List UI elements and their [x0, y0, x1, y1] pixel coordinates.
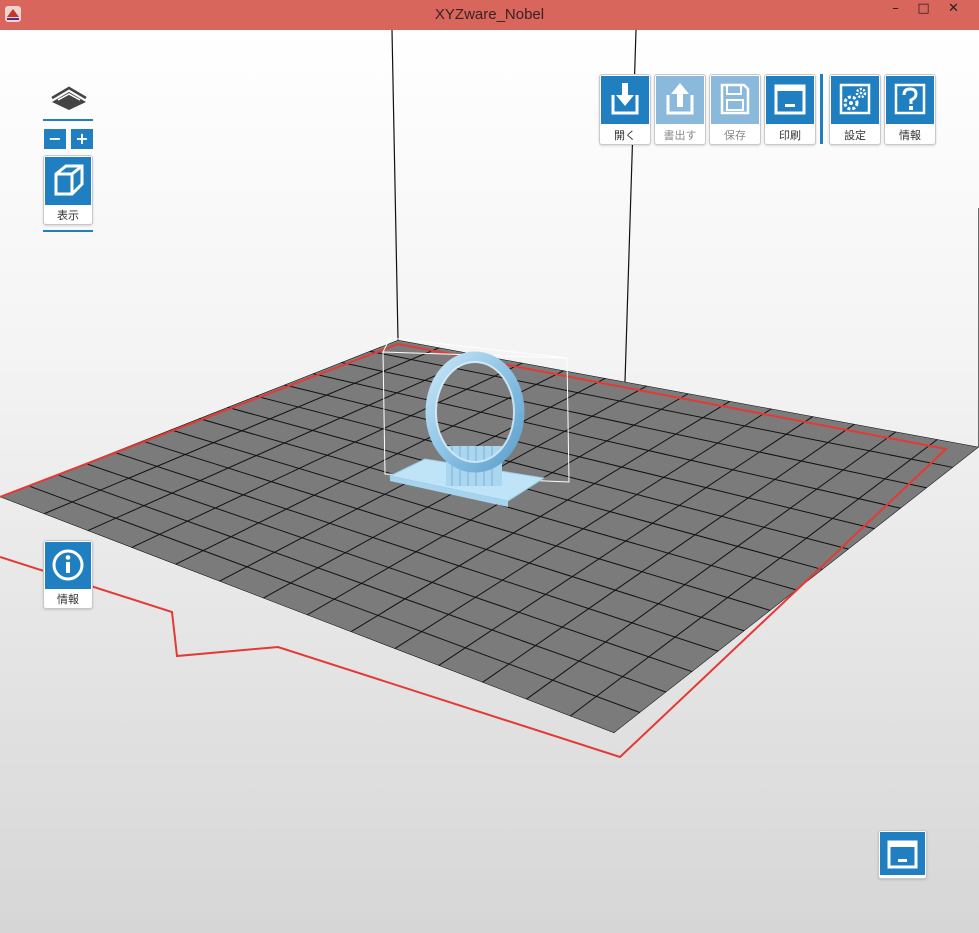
- close-button[interactable]: ✕: [940, 1, 967, 19]
- export-label: 書出す: [663, 129, 697, 142]
- print-label: 印刷: [779, 129, 801, 142]
- layers-icon[interactable]: [48, 84, 90, 112]
- title-bar: XYZware_Nobel – □ ✕: [0, 0, 979, 30]
- print-button[interactable]: 印刷: [764, 74, 816, 145]
- panel-divider-bottom: [43, 230, 93, 232]
- info-panel-button[interactable]: 情報: [43, 540, 93, 609]
- window-title: XYZware_Nobel: [434, 6, 545, 23]
- zoom-out-button[interactable]: −: [44, 129, 66, 149]
- save-label: 保存: [724, 129, 746, 142]
- export-icon: [666, 83, 694, 115]
- maximize-button[interactable]: □: [910, 1, 937, 19]
- settings-button[interactable]: 設定: [829, 74, 881, 145]
- open-label: 開く: [614, 129, 636, 142]
- open-import-icon: [611, 83, 639, 115]
- print-icon: [774, 84, 806, 115]
- help-info-button[interactable]: 情報: [884, 74, 936, 145]
- settings-label: 設定: [844, 129, 866, 142]
- toolbar-separator: [820, 74, 823, 144]
- info-panel-label: 情報: [57, 593, 79, 606]
- help-info-label: 情報: [899, 129, 921, 142]
- save-icon: [720, 83, 750, 115]
- 3d-viewport[interactable]: [0, 30, 979, 933]
- view-button[interactable]: 表示: [43, 155, 93, 225]
- zoom-in-button[interactable]: +: [71, 129, 93, 149]
- print-preview-button[interactable]: [878, 830, 927, 879]
- minimize-button[interactable]: –: [882, 1, 909, 19]
- print-preview-icon: [887, 840, 918, 869]
- panel-divider-top: [43, 119, 93, 121]
- save-button[interactable]: 保存: [709, 74, 761, 145]
- scene-svg: [0, 30, 979, 933]
- help-question-icon: [894, 83, 926, 115]
- open-button[interactable]: 開く: [599, 74, 651, 145]
- settings-gears-icon: [839, 83, 871, 115]
- cube-view-icon: [54, 164, 84, 196]
- info-circle-icon: [52, 549, 84, 581]
- view-label: 表示: [57, 209, 79, 222]
- export-button[interactable]: 書出す: [654, 74, 706, 145]
